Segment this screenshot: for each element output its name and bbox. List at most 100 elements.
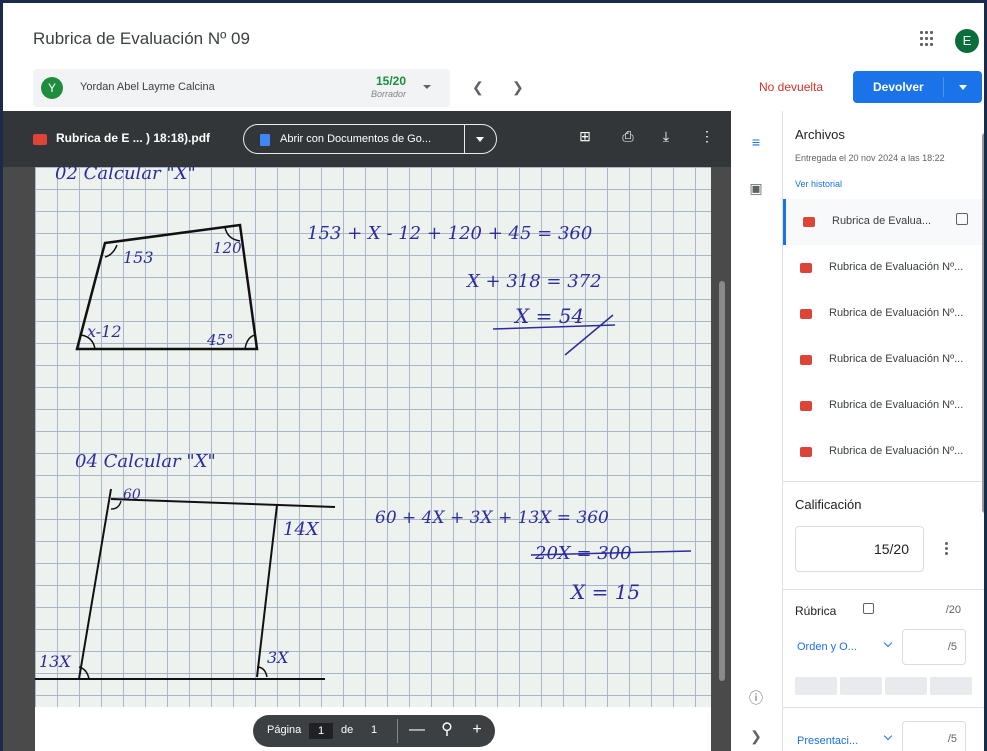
criterion-1-max: /5 [947, 641, 957, 653]
file-item[interactable]: Rubrica de Evaluación Nº... [783, 291, 984, 337]
pdf-file-icon [800, 309, 812, 319]
panel-scrollbar[interactable] [982, 133, 984, 513]
return-divider [943, 77, 944, 97]
q2-angle-a: 60 [123, 487, 141, 503]
files-title: Archivos [795, 127, 845, 142]
next-student-button[interactable]: ❯ [512, 79, 524, 96]
viewer-scrollbar[interactable] [719, 281, 725, 681]
add-comment-icon[interactable]: ⊞ [577, 128, 593, 144]
open-with-label: Abrir con Documentos de Go... [280, 133, 432, 145]
criterion-2-selector[interactable]: Presentaci... [797, 735, 858, 747]
criterion-2-max: /5 [947, 733, 957, 745]
q1-equation-1: 153 + X - 12 + 120 + 45 = 360 [307, 223, 592, 244]
q1-angle-a: 153 [123, 248, 154, 267]
criterion-1-levels [795, 677, 972, 695]
level-option[interactable] [885, 677, 927, 695]
zoom-out-icon[interactable]: — [407, 720, 427, 740]
apps-grid-icon[interactable] [920, 31, 936, 47]
heading-top: 02 Calcular "X" [55, 167, 196, 184]
collapse-chevron-icon[interactable]: ❯ [747, 727, 765, 745]
grade-more-icon[interactable] [945, 542, 948, 556]
file-item-name: Rubrica de Evalua... [832, 215, 932, 227]
q2-left-line [78, 488, 112, 680]
open-in-new-icon[interactable] [956, 213, 968, 225]
return-options-chevron-icon[interactable] [959, 85, 967, 90]
file-item[interactable]: Rubrica de Evalua... [783, 199, 984, 245]
return-button-label: Devolver [873, 80, 924, 94]
q2-angle-d: 3X [267, 648, 289, 667]
grade-input[interactable]: 15/20 [795, 526, 924, 572]
level-option[interactable] [840, 677, 882, 695]
q2-angle-c: 13X [39, 652, 71, 671]
student-bar: Y Yordan Abel Layme Calcina 15/20 Borrad… [3, 63, 984, 111]
top-bar: Rubrica de Evaluación Nº 09 E [3, 3, 984, 63]
grading-title: Calificación [795, 497, 862, 512]
page-label: Página [267, 724, 302, 736]
pdf-file-icon [803, 217, 815, 227]
download-icon[interactable]: ⤓ [658, 128, 674, 144]
student-name: Yordan Abel Layme Calcina [80, 81, 215, 93]
student-grade: 15/20 [375, 74, 406, 88]
page-total: 1 [371, 724, 378, 736]
pdf-file-icon [33, 134, 47, 145]
chevron-down-icon[interactable] [883, 731, 893, 741]
grade-value: 15/20 [873, 541, 909, 557]
open-with-divider [464, 125, 465, 153]
zoom-in-icon[interactable]: + [467, 720, 487, 740]
level-option[interactable] [930, 677, 972, 695]
section-divider [783, 481, 984, 482]
q1-equation-2: X + 318 = 372 [465, 271, 602, 292]
account-avatar[interactable]: E [955, 29, 979, 53]
page-of-label: de [341, 724, 354, 736]
handwritten-work: 02 Calcular "X" 153 120 x-12 45° 153 + X… [35, 167, 692, 680]
chevron-down-icon[interactable] [883, 638, 893, 648]
pdf-file-icon [800, 355, 812, 365]
q1-angle-b: 120 [213, 239, 242, 257]
return-button[interactable]: Devolver [853, 71, 982, 103]
page-number-input[interactable]: 1 [309, 723, 333, 739]
criterion-2-score-input[interactable]: /5 [902, 721, 966, 751]
criterion-1-score-input[interactable]: /5 [902, 629, 966, 665]
grade-status: Borrador [370, 89, 406, 99]
zoom-icon[interactable]: ⚲ [437, 720, 457, 740]
chevron-down-icon[interactable] [476, 137, 484, 142]
pager-divider [397, 719, 398, 743]
side-icon-column: ≡ ▣ ⓘ ❯ [731, 111, 783, 751]
comments-panel-icon[interactable]: ▣ [747, 179, 765, 197]
q2-top-line [110, 498, 336, 508]
more-options-icon[interactable]: ⋮ [699, 128, 715, 144]
open-with-button[interactable]: Abrir con Documentos de Go... [243, 124, 497, 154]
q1-angle-d: 45° [206, 331, 234, 349]
file-item[interactable]: Rubrica de Evaluación Nº... [783, 337, 984, 383]
student-selector[interactable]: Y Yordan Abel Layme Calcina 15/20 Borrad… [33, 69, 450, 107]
q2-angle-b: 14X [283, 519, 320, 540]
print-icon[interactable]: ⎙ [620, 128, 636, 144]
file-name: Rubrica de E ... ) 18:18).pdf [56, 131, 211, 145]
angle-mark-a [104, 244, 118, 258]
file-item-name: Rubrica de Evaluación Nº... [829, 399, 964, 411]
app-frame: Rubrica de Evaluación Nº 09 E Y Yordan A… [0, 0, 987, 751]
grading-panel: Archivos Entregada el 20 nov 2024 a las … [783, 111, 984, 751]
google-docs-icon [260, 134, 270, 146]
help-icon[interactable]: ⓘ [747, 689, 765, 707]
file-item-name: Rubrica de Evaluación Nº... [829, 445, 964, 457]
q2-angle-mark-a [110, 500, 122, 510]
files-panel-icon[interactable]: ≡ [747, 133, 765, 151]
previous-student-button[interactable]: ❮ [472, 79, 484, 96]
criterion-1-selector[interactable]: Orden y O... [797, 641, 857, 653]
not-returned-status: No devuelta [759, 80, 824, 94]
file-item[interactable]: Rubrica de Evaluación Nº... [783, 429, 984, 475]
file-item-name: Rubrica de Evaluación Nº... [829, 353, 964, 365]
chevron-down-icon[interactable] [423, 85, 431, 89]
q1-angle-c: x-12 [87, 322, 122, 341]
view-history-link[interactable]: Ver historial [795, 179, 842, 189]
file-item[interactable]: Rubrica de Evaluación Nº... [783, 245, 984, 291]
section-divider [783, 707, 984, 708]
file-item[interactable]: Rubrica de Evaluación Nº... [783, 383, 984, 429]
rubric-title: Rúbrica [795, 604, 837, 618]
open-rubric-icon[interactable] [863, 603, 874, 614]
angle-mark-d [244, 334, 256, 350]
level-option[interactable] [795, 677, 837, 695]
q2-equation-1: 60 + 4X + 3X + 13X = 360 [375, 508, 609, 528]
pdf-file-icon [800, 401, 812, 411]
